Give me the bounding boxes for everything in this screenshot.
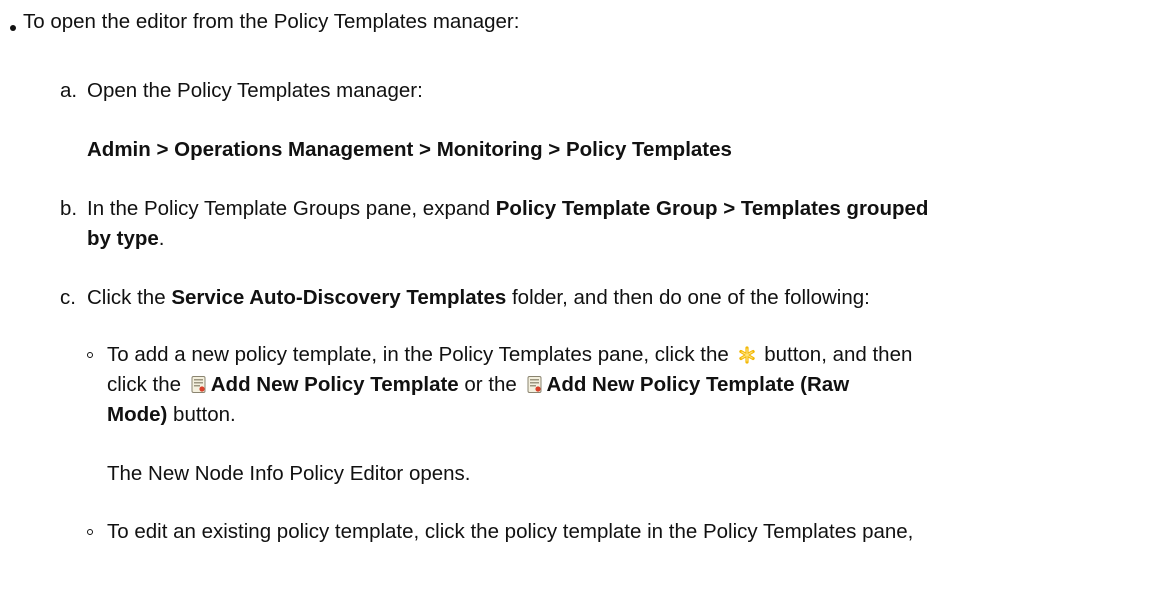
step-b-text: In the Policy Template Groups pane, expa… bbox=[87, 197, 496, 220]
step-b-marker-text: b. bbox=[60, 197, 78, 220]
step-c-marker-text: c. bbox=[60, 286, 76, 309]
step-a-marker-text: a. bbox=[60, 79, 78, 102]
step-a: Open the Policy Templates manager: bbox=[87, 79, 423, 103]
sub-add-text-1-post: button, and then bbox=[758, 343, 913, 366]
sub-edit-text: To edit an existing policy template, cli… bbox=[107, 520, 914, 543]
navigation-path: Admin > Operations Management > Monitori… bbox=[87, 138, 732, 162]
document-page: To open the editor from the Policy Templ… bbox=[0, 0, 1159, 602]
bullet-ring bbox=[87, 529, 93, 535]
step-b-bold-2: by type bbox=[87, 227, 159, 250]
sub-add-text-2: click the bbox=[107, 373, 187, 396]
sub-add-text-1: To add a new policy template, in the Pol… bbox=[107, 343, 735, 366]
policy-template-raw-icon bbox=[526, 375, 544, 400]
step-a-marker: a. bbox=[60, 79, 77, 103]
bullet-ring bbox=[87, 352, 93, 358]
main-instruction: To open the editor from the Policy Templ… bbox=[23, 10, 519, 34]
step-c-bold: Service Auto-Discovery Templates bbox=[171, 286, 507, 309]
step-b-text-post: . bbox=[158, 227, 165, 250]
sub-edit-line-1: To edit an existing policy template, cli… bbox=[107, 520, 913, 544]
sub-add-bold-1: Add New Policy Template bbox=[210, 373, 459, 396]
step-c: Click the Service Auto-Discovery Templat… bbox=[87, 286, 870, 310]
bullet-dot bbox=[10, 25, 16, 31]
sub-add-text-3: button. bbox=[167, 403, 236, 426]
sub-add-bold-3: Mode) bbox=[107, 403, 168, 426]
step-b-marker: b. bbox=[60, 197, 77, 221]
asterisk-new-icon bbox=[738, 346, 756, 370]
policy-template-icon bbox=[190, 375, 208, 400]
sub-add-bold-2: Add New Policy Template (Raw bbox=[546, 373, 850, 396]
navigation-path-text: Admin > Operations Management > Monitori… bbox=[87, 138, 732, 161]
step-c-text: Click the bbox=[87, 286, 172, 309]
sub-add-result-text: The New Node Info Policy Editor opens. bbox=[107, 462, 471, 485]
sub-add-result: The New Node Info Policy Editor opens. bbox=[107, 462, 471, 486]
sub-add-line-1: To add a new policy template, in the Pol… bbox=[107, 343, 912, 370]
sub-add-text-2-mid: or the bbox=[458, 373, 523, 396]
step-b-bold-1: Policy Template Group > Templates groupe… bbox=[495, 197, 929, 220]
step-a-text: Open the Policy Templates manager: bbox=[87, 79, 423, 102]
step-c-text-post: folder, and then do one of the following… bbox=[506, 286, 870, 309]
step-b-line-2: by type. bbox=[87, 227, 164, 251]
sub-add-line-3: Mode) button. bbox=[107, 403, 236, 427]
step-b-line-1: In the Policy Template Groups pane, expa… bbox=[87, 197, 928, 221]
sub-add-line-2: click the Add New Policy Template or the… bbox=[107, 373, 849, 400]
step-c-marker: c. bbox=[60, 286, 76, 310]
main-instruction-text: To open the editor from the Policy Templ… bbox=[23, 10, 520, 33]
